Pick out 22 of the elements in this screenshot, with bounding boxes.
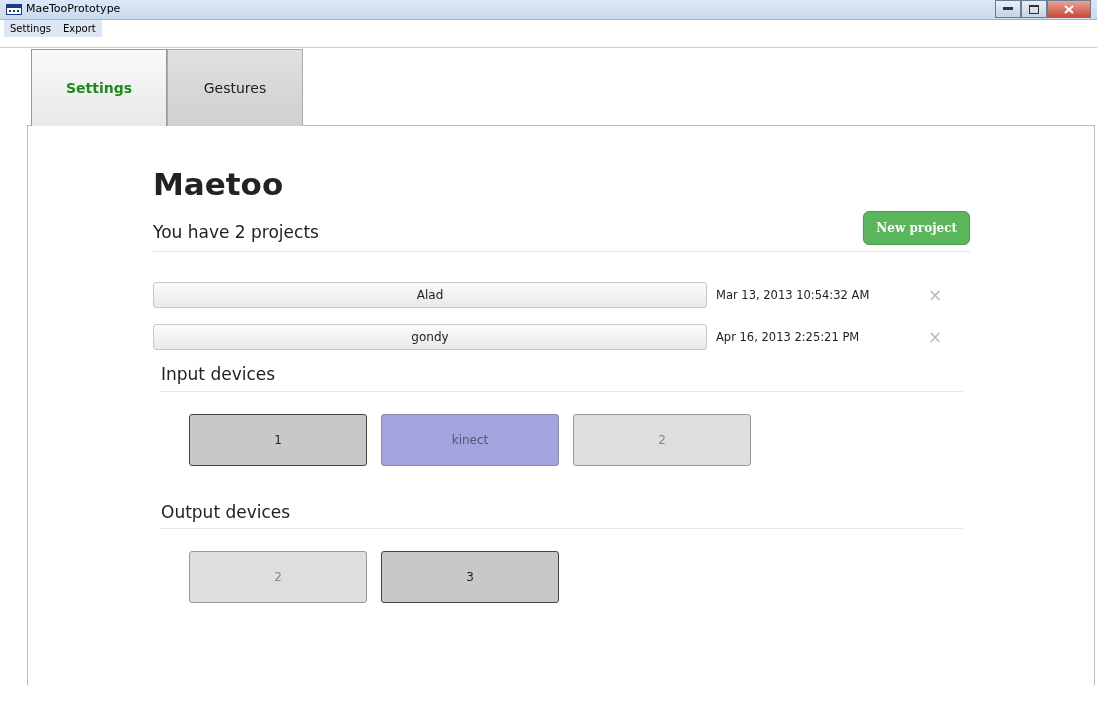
project-button[interactable]: gondy [153,324,707,351]
window-title: MaeTooPrototype [26,1,121,18]
section-title: Output devices [161,501,963,529]
device-button[interactable]: 1 [189,413,367,466]
maximize-button[interactable] [1021,0,1047,18]
close-button[interactable] [1047,0,1091,18]
minimize-icon [1003,7,1013,11]
project-date: Mar 13, 2013 10:54:32 AM [716,286,871,304]
menu-item[interactable]: Settings [10,21,51,36]
menu-item[interactable]: Export [63,21,96,36]
tab[interactable]: Settings [31,49,167,126]
close-icon [1064,4,1074,14]
section-title: Input devices [161,364,963,392]
app-icon [6,4,22,15]
maximize-icon [1029,4,1039,14]
project-button[interactable]: Alad [153,282,707,309]
tab[interactable]: Gestures [167,49,303,126]
page-heading: Maetoo [153,166,285,204]
project-date: Apr 16, 2013 2:25:21 PM [716,328,861,346]
minimize-button[interactable] [995,0,1021,18]
device-button[interactable]: 3 [381,550,559,603]
projects-summary: You have 2 projects [153,220,319,244]
